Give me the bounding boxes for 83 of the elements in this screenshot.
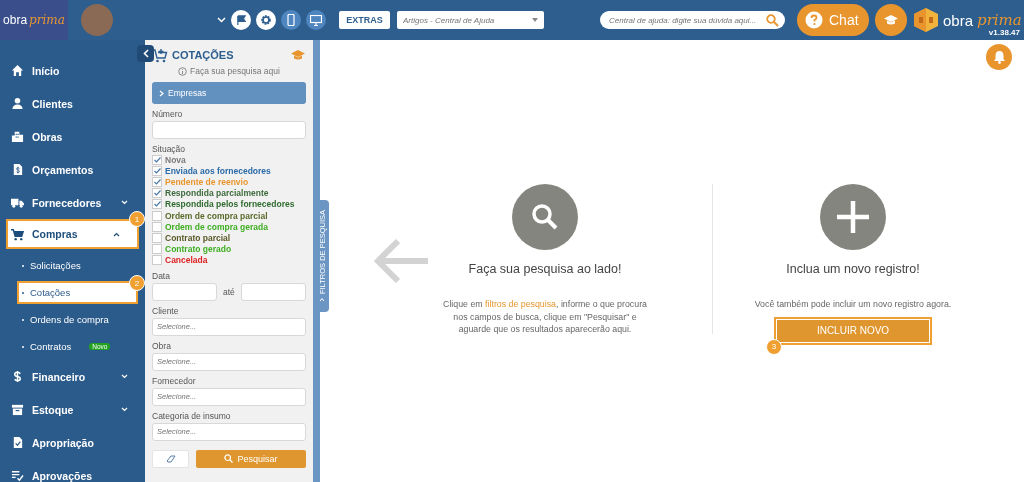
checkbox[interactable]	[152, 210, 162, 221]
dollar-icon	[11, 370, 24, 383]
step-badge: 2	[129, 275, 145, 291]
settings-icon[interactable]	[256, 10, 276, 30]
collapse-sidebar-button[interactable]	[137, 45, 154, 62]
checkbox[interactable]	[152, 221, 162, 232]
date-from-field[interactable]	[152, 282, 217, 301]
person-icon	[11, 97, 24, 110]
chevron-left-icon	[142, 49, 149, 58]
info-icon	[178, 66, 188, 76]
status-label: Contrato parcial	[165, 232, 231, 243]
sidebar-item[interactable]: Início	[0, 54, 145, 87]
cart-icon	[152, 47, 168, 63]
sidebar-item[interactable]: Apropriação	[0, 426, 145, 459]
step-badge: 1	[129, 211, 145, 227]
check-doc-icon	[11, 436, 24, 449]
submenu-item[interactable]: Ordens de compra	[0, 306, 145, 333]
checkbox[interactable]	[152, 255, 162, 266]
phone-icon[interactable]	[281, 10, 301, 30]
empty-state-title: Inclua um novo registro!	[786, 262, 920, 276]
step-badge: 3	[766, 338, 782, 355]
checkbox[interactable]	[152, 199, 162, 210]
chevron-down-icon[interactable]	[217, 17, 226, 23]
field-label: Obra	[152, 340, 172, 351]
field-label: Cliente	[152, 305, 180, 316]
checkbox[interactable]	[152, 188, 162, 199]
date-to-field[interactable]	[240, 282, 306, 301]
checkbox[interactable]	[152, 176, 162, 187]
field-label: Número	[152, 109, 184, 119]
extras-button[interactable]: EXTRAS	[339, 11, 390, 29]
search-hint: Faça sua pesquisa aqui	[190, 66, 280, 76]
checkbox[interactable]	[152, 232, 162, 243]
sidebar-item[interactable]: Orçamentos	[0, 153, 145, 186]
list-check-icon	[11, 469, 24, 482]
truck-icon	[11, 196, 24, 209]
sidebar-item[interactable]: Aprovações	[0, 459, 145, 482]
graduation-cap-icon[interactable]	[875, 4, 907, 36]
status-label: Respondida pelos fornecedores	[165, 199, 295, 210]
number-field[interactable]	[152, 121, 306, 139]
empty-state-text: Você também pode incluir um novo registro agora.	[754, 298, 952, 311]
chevron-up-icon	[319, 296, 325, 302]
cart-icon	[11, 227, 24, 241]
arrow-left-icon	[372, 237, 430, 285]
status-label: Ordem de compra gerada	[165, 221, 268, 232]
help-search-field[interactable]: Central de ajuda: digite sua dúvida aqui...	[600, 11, 785, 29]
checkbox[interactable]	[152, 244, 162, 255]
status-label: Ordem de compra parcial	[165, 210, 268, 221]
panel-title: COTAÇÕES	[172, 49, 235, 61]
box-icon	[11, 403, 24, 416]
doc-icon	[11, 163, 24, 176]
date-separator: até	[223, 286, 235, 297]
sidebar-item[interactable]: Estoque	[0, 393, 145, 426]
field-label: Fornecedor	[152, 375, 197, 386]
status-label: Nova	[165, 154, 186, 165]
eraser-icon	[165, 454, 176, 463]
home-icon	[11, 64, 24, 77]
chevron-right-icon	[159, 89, 164, 97]
version-label: v1.38.47	[988, 28, 1020, 37]
checkbox[interactable]	[152, 154, 162, 165]
sidebar-item[interactable]: Clientes	[0, 87, 145, 120]
status-label: Respondida parcialmente	[165, 188, 269, 199]
status-label: Enviada aos fornecedores	[165, 165, 271, 176]
flag-icon[interactable]	[231, 10, 251, 30]
eraser-button[interactable]	[152, 449, 189, 468]
status-label: Pendente de reenvio	[165, 176, 249, 187]
field-label: Situação	[152, 144, 187, 154]
field-label: Categoria de insumo	[152, 410, 232, 421]
status-label: Cancelada	[165, 255, 208, 266]
question-icon	[805, 11, 823, 29]
logo: obra prima	[0, 0, 68, 40]
monitor-icon[interactable]	[306, 10, 326, 30]
help-articles-select[interactable]: Artigos - Central de Ajuda	[397, 11, 544, 29]
sidebar-item[interactable]: Financeiro	[0, 360, 145, 393]
empty-state-text: Clique em filtros de pesquisa, informe o que procura nos campos de busca, clique em "Pesquisar" e aguarde que os resultados aparecerão aqui.	[442, 298, 648, 336]
checkbox[interactable]	[152, 165, 162, 176]
field-label: Data	[152, 270, 171, 281]
search-icon	[224, 454, 234, 464]
caret-icon[interactable]	[532, 18, 538, 22]
empty-state-title: Faça sua pesquisa ao lado!	[468, 262, 622, 276]
sidebar-item[interactable]: Obras	[0, 120, 145, 153]
notification-bell-icon[interactable]	[986, 44, 1012, 70]
status-label: Contrato gerado	[165, 244, 232, 255]
search-icon[interactable]	[766, 13, 779, 27]
